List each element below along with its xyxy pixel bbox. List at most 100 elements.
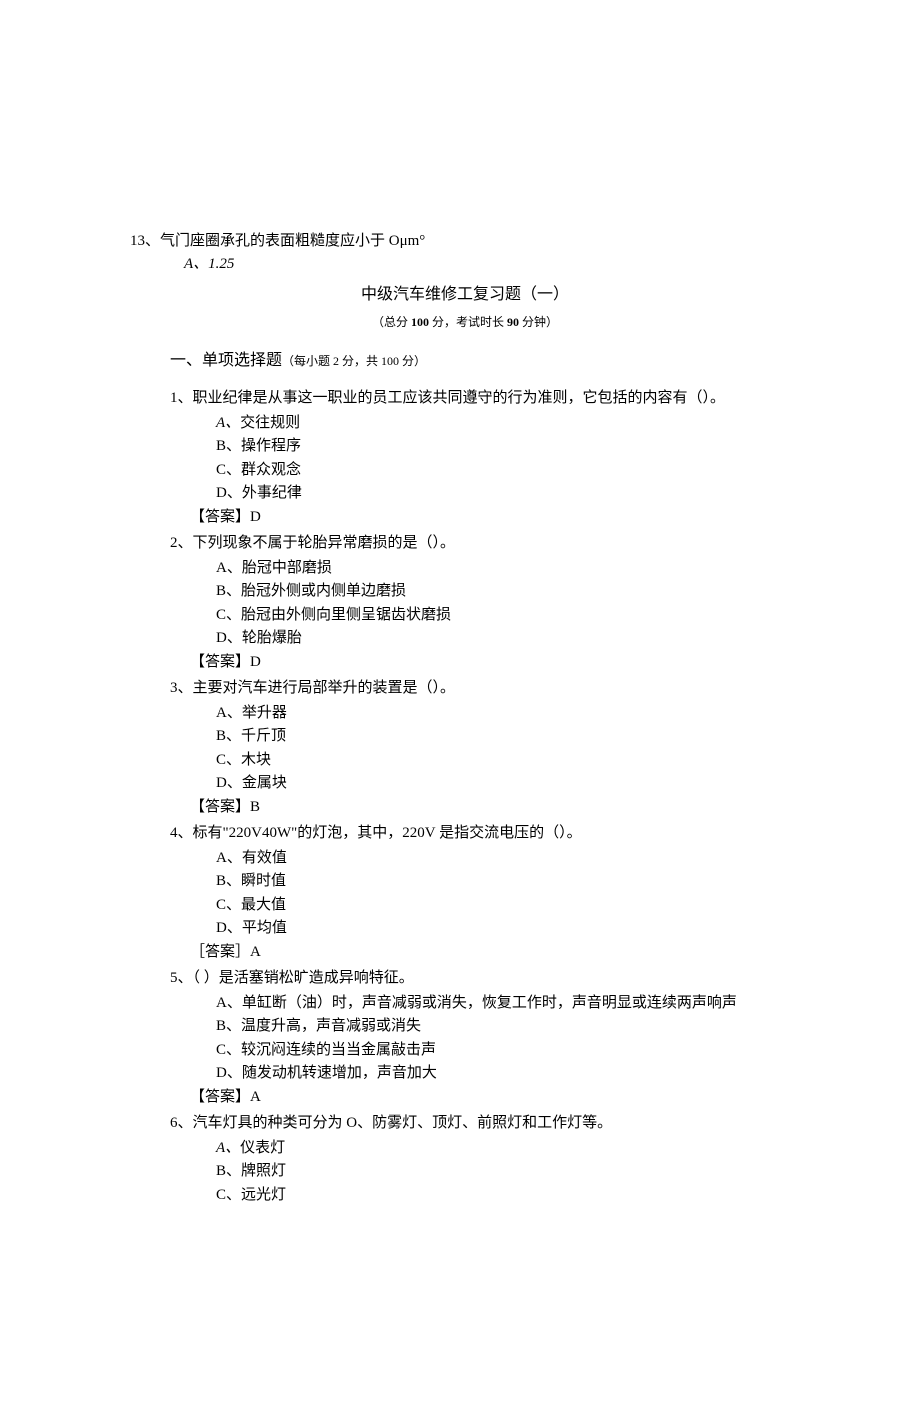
answer-value: D — [250, 654, 261, 670]
question-stem: 2、下列现象不属于轮胎异常磨损的是（）。 — [170, 532, 800, 555]
option-label: C、 — [216, 1042, 241, 1058]
option: B、胎冠外侧或内侧单边磨损 — [216, 580, 800, 603]
answer-label: 【答案】 — [190, 1089, 250, 1105]
option-label: B、 — [216, 583, 241, 599]
question-1: 1、职业纪律是从事这一职业的员工应该共同遵守的行为准则，它包括的内容有（）。A、… — [170, 387, 800, 528]
option-text: 远光灯 — [241, 1187, 286, 1203]
question-2: 2、下列现象不属于轮胎异常磨损的是（）。A、胎冠中部磨损B、胎冠外侧或内侧单边磨… — [170, 532, 800, 673]
question-3: 3、主要对汽车进行局部举升的装置是（）。A、举升器B、千斤顶C、木块D、金属块【… — [170, 677, 800, 818]
option-label: A、 — [216, 560, 242, 576]
option-label: D、 — [216, 1065, 242, 1081]
question-stem: 5、（ ）是活塞销松旷造成异响特征。 — [170, 967, 800, 990]
question-text: 下列现象不属于轮胎异常磨损的是（）。 — [193, 535, 456, 551]
option: A、交往规则 — [216, 412, 800, 435]
question-stem: 1、职业纪律是从事这一职业的员工应该共同遵守的行为准则，它包括的内容有（）。 — [170, 387, 800, 410]
option: A、仪表灯 — [216, 1137, 800, 1160]
option-label: A、 — [216, 995, 242, 1011]
option: D、平均值 — [216, 917, 800, 940]
option-label: B、 — [216, 1018, 241, 1034]
option: C、胎冠由外侧向里侧呈锯齿状磨损 — [216, 604, 800, 627]
document-subtitle: （总分 100 分，考试时长 90 分钟） — [130, 313, 800, 331]
question-text: 职业纪律是从事这一职业的员工应该共同遵守的行为准则，它包括的内容有（）。 — [193, 390, 726, 406]
question-number: 5、 — [170, 970, 193, 986]
option-text: 单缸断（油）时，声音减弱或消失，恢复工作时，声音明显或连续两声响声 — [242, 995, 737, 1011]
option-text: 瞬时值 — [241, 873, 286, 889]
answer-label: 【答案】 — [190, 509, 250, 525]
answer: ［答案］A — [190, 941, 800, 964]
option: D、轮胎爆胎 — [216, 627, 800, 650]
answer-label: 【答案】 — [190, 654, 250, 670]
option-text: 胎冠中部磨损 — [242, 560, 332, 576]
option: B、操作程序 — [216, 435, 800, 458]
options: A、举升器B、千斤顶C、木块D、金属块 — [216, 702, 800, 795]
question-13-num: 13、 — [130, 233, 160, 249]
option-text: 举升器 — [242, 705, 287, 721]
options: A、单缸断（油）时，声音减弱或消失，恢复工作时，声音明显或连续两声响声B、温度升… — [216, 992, 800, 1085]
option-text: 牌照灯 — [241, 1163, 286, 1179]
question-text: 主要对汽车进行局部举升的装置是（）。 — [193, 680, 456, 696]
questions-container: 1、职业纪律是从事这一职业的员工应该共同遵守的行为准则，它包括的内容有（）。A、… — [130, 387, 800, 1206]
option-label: B、 — [216, 438, 241, 454]
option-label: A、 — [216, 850, 242, 866]
option: D、随发动机转速增加，声音加大 — [216, 1062, 800, 1085]
option: C、木块 — [216, 749, 800, 772]
option: D、金属块 — [216, 772, 800, 795]
question-text: （ ）是活塞销松旷造成异响特征。 — [193, 970, 414, 986]
option: B、瞬时值 — [216, 870, 800, 893]
option: D、外事纪律 — [216, 482, 800, 505]
option: B、牌照灯 — [216, 1160, 800, 1183]
option-label: B、 — [216, 1163, 241, 1179]
option-text: 轮胎爆胎 — [242, 630, 302, 646]
option-text: 最大值 — [241, 897, 286, 913]
question-stem: 3、主要对汽车进行局部举升的装置是（）。 — [170, 677, 800, 700]
option-label: C、 — [216, 752, 241, 768]
option-label: D、 — [216, 630, 242, 646]
options: A、胎冠中部磨损B、胎冠外侧或内侧单边磨损C、胎冠由外侧向里侧呈锯齿状磨损D、轮… — [216, 557, 800, 650]
option-label: D、 — [216, 920, 242, 936]
question-number: 4、 — [170, 825, 193, 841]
option-label: A、 — [216, 705, 242, 721]
answer-label: ［答案］ — [190, 944, 250, 960]
option-label: A、 — [216, 415, 240, 431]
answer: 【答案】D — [190, 651, 800, 674]
option-text: 交往规则 — [240, 415, 300, 431]
answer-label: 【答案】 — [190, 799, 250, 815]
option: C、最大值 — [216, 894, 800, 917]
answer-value: A — [250, 1089, 261, 1105]
options: A、仪表灯B、牌照灯C、远光灯 — [216, 1137, 800, 1207]
question-4: 4、标有"220V40W"的灯泡，其中，220V 是指交流电压的（）。A、有效值… — [170, 822, 800, 963]
option: C、较沉闷连续的当当金属敲击声 — [216, 1039, 800, 1062]
question-stem: 6、汽车灯具的种类可分为 O、防雾灯、顶灯、前照灯和工作灯等。 — [170, 1112, 800, 1135]
option-text: 木块 — [241, 752, 271, 768]
option-text: 金属块 — [242, 775, 287, 791]
question-6: 6、汽车灯具的种类可分为 O、防雾灯、顶灯、前照灯和工作灯等。A、仪表灯B、牌照… — [170, 1112, 800, 1206]
option-label: B、 — [216, 728, 241, 744]
option: A、胎冠中部磨损 — [216, 557, 800, 580]
option-label: B、 — [216, 873, 241, 889]
question-5: 5、（ ）是活塞销松旷造成异响特征。A、单缸断（油）时，声音减弱或消失，恢复工作… — [170, 967, 800, 1108]
answer-value: A — [250, 944, 261, 960]
option-text: 胎冠外侧或内侧单边磨损 — [241, 583, 406, 599]
answer-value: B — [250, 799, 260, 815]
option-text: 1.25 — [208, 256, 234, 272]
option-text: 平均值 — [242, 920, 287, 936]
option-text: 群众观念 — [241, 462, 301, 478]
question-stem: 4、标有"220V40W"的灯泡，其中，220V 是指交流电压的（）。 — [170, 822, 800, 845]
option: A、有效值 — [216, 847, 800, 870]
option-label: C、 — [216, 462, 241, 478]
document-title: 中级汽车维修工复习题（一） — [130, 283, 800, 307]
section-header: 一、单项选择题（每小题 2 分，共 100 分） — [170, 349, 800, 373]
question-13-option-a: A、1.25 — [184, 253, 800, 276]
option-label: A、 — [216, 1140, 240, 1156]
option: B、千斤顶 — [216, 725, 800, 748]
question-text: 标有"220V40W"的灯泡，其中，220V 是指交流电压的（）。 — [193, 825, 582, 841]
question-13-stem: 气门座圈承孔的表面粗糙度应小于 Oμm° — [160, 233, 425, 249]
option-text: 温度升高，声音减弱或消失 — [241, 1018, 421, 1034]
option-text: 有效值 — [242, 850, 287, 866]
option-label: D、 — [216, 485, 242, 501]
option-text: 随发动机转速增加，声音加大 — [242, 1065, 437, 1081]
option-text: 胎冠由外侧向里侧呈锯齿状磨损 — [241, 607, 451, 623]
question-number: 2、 — [170, 535, 193, 551]
option-text: 较沉闷连续的当当金属敲击声 — [241, 1042, 436, 1058]
option-label: D、 — [216, 775, 242, 791]
